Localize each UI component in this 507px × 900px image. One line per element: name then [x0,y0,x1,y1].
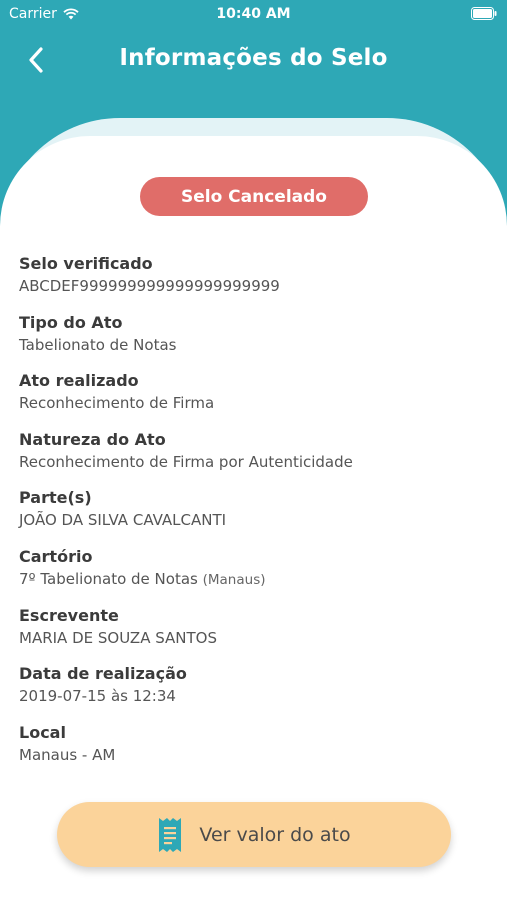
detail-tipo-do-ato: Tipo do Ato Tabelionato de Notas [19,312,489,371]
detail-ato-realizado: Ato realizado Reconhecimento de Firma [19,370,489,429]
detail-value: ABCDEF999999999999999999999 [19,277,280,295]
receipt-icon [159,817,182,852]
detail-label: Selo verificado [19,254,153,273]
detail-label: Tipo do Ato [19,312,123,332]
detail-value-row: 7º Tabelionato de Notas (Manaus) [19,568,489,591]
detail-value: JOÃO DA SILVA CAVALCANTI [19,511,227,530]
detail-value: Manaus - AM [19,745,116,764]
detail-label: Data de realização [19,664,187,684]
detail-value: Reconhecimento de Firma [19,394,215,413]
app-header: Carrier 10:40 AM Informações do Selo [0,0,507,96]
cta-label: Ver valor do ato [199,823,351,846]
detail-label: Parte(s) [19,488,92,508]
seal-details-list: Selo verificado ABCDEF999999999999999999… [19,253,489,780]
battery-icon [471,7,497,20]
detail-value: MARIA DE SOUZA SANTOS [19,628,217,647]
detail-data-de-realizacao: Data de realização 2019-07-15 às 12:34 [19,663,489,722]
detail-cartorio: Cartório 7º Tabelionato de Notas (Manaus… [19,546,489,605]
status-badge: Selo Cancelado [140,177,368,216]
status-time: 10:40 AM [216,6,291,22]
navigation-bar: Informações do Selo [0,28,507,92]
detail-label: Escrevente [19,605,119,625]
page-title: Informações do Selo [119,45,388,71]
detail-value: Tabelionato de Notas [19,335,177,354]
detail-label: Natureza do Ato [19,429,166,449]
detail-selo-verificado: Selo verificado ABCDEF999999999999999999… [19,253,489,312]
status-bar: Carrier 10:40 AM [0,0,507,28]
detail-value: 2019-07-15 às 12:34 [19,687,176,706]
detail-partes: Parte(s) JOÃO DA SILVA CAVALCANTI [19,487,489,546]
detail-label: Ato realizado [19,371,139,391]
view-act-value-button[interactable]: Ver valor do ato [57,802,451,867]
detail-local: Local Manaus - AM [19,722,489,781]
detail-label: Cartório [19,546,93,566]
detail-note: (Manaus) [202,571,266,588]
detail-natureza-do-ato: Natureza do Ato Reconhecimento de Firma … [19,429,489,488]
detail-value: Reconhecimento de Firma por Autenticidad… [19,452,353,471]
detail-value: 7º Tabelionato de Notas [19,569,198,588]
detail-label: Local [19,722,66,742]
detail-escrevente: Escrevente MARIA DE SOUZA SANTOS [19,605,489,664]
